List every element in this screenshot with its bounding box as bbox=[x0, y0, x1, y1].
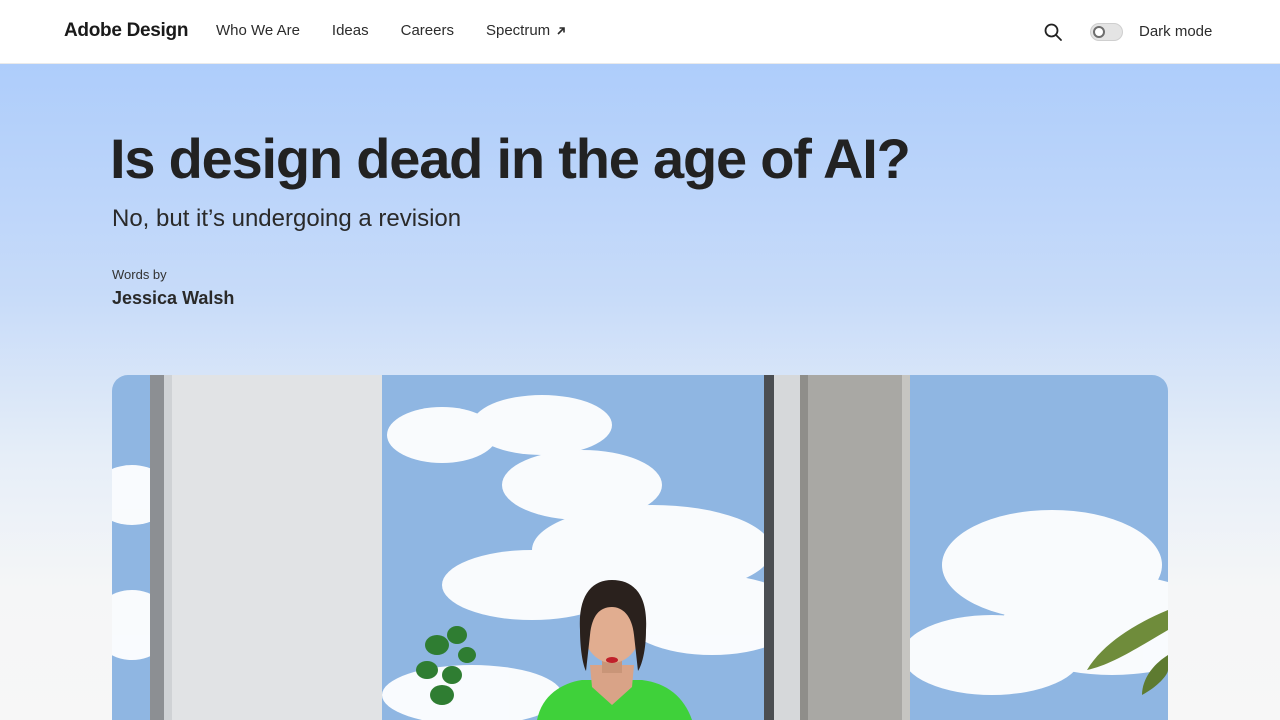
brand-logo-link[interactable]: Adobe Design bbox=[64, 20, 188, 42]
top-navigation-bar: Adobe Design Who We Are Ideas Careers Sp… bbox=[0, 0, 1280, 64]
search-icon bbox=[1044, 23, 1062, 41]
hero-photo-illustration bbox=[112, 375, 1168, 720]
nav-link-spectrum-label: Spectrum bbox=[485, 22, 551, 39]
hero-image bbox=[112, 375, 1168, 720]
main-nav: Who We Are Ideas Careers Spectrum bbox=[216, 22, 598, 39]
nav-link-careers[interactable]: Careers bbox=[401, 22, 454, 39]
dark-mode-toggle[interactable] bbox=[1090, 23, 1123, 41]
article-title: Is design dead in the age of AI? bbox=[110, 127, 911, 190]
external-link-icon bbox=[557, 26, 565, 35]
search-button[interactable] bbox=[1043, 22, 1063, 42]
byline-label: Words by bbox=[112, 267, 167, 282]
nav-link-spectrum[interactable]: Spectrum bbox=[486, 22, 566, 39]
toggle-knob bbox=[1093, 26, 1105, 38]
dark-mode-label: Dark mode bbox=[1139, 23, 1213, 40]
article-subtitle: No, but it’s undergoing a revision bbox=[112, 205, 462, 232]
author-name[interactable]: Jessica Walsh bbox=[112, 288, 234, 309]
article-hero: Is design dead in the age of AI? No, but… bbox=[0, 64, 1280, 720]
nav-link-who-we-are[interactable]: Who We Are bbox=[216, 22, 300, 39]
nav-link-ideas[interactable]: Ideas bbox=[332, 22, 369, 39]
